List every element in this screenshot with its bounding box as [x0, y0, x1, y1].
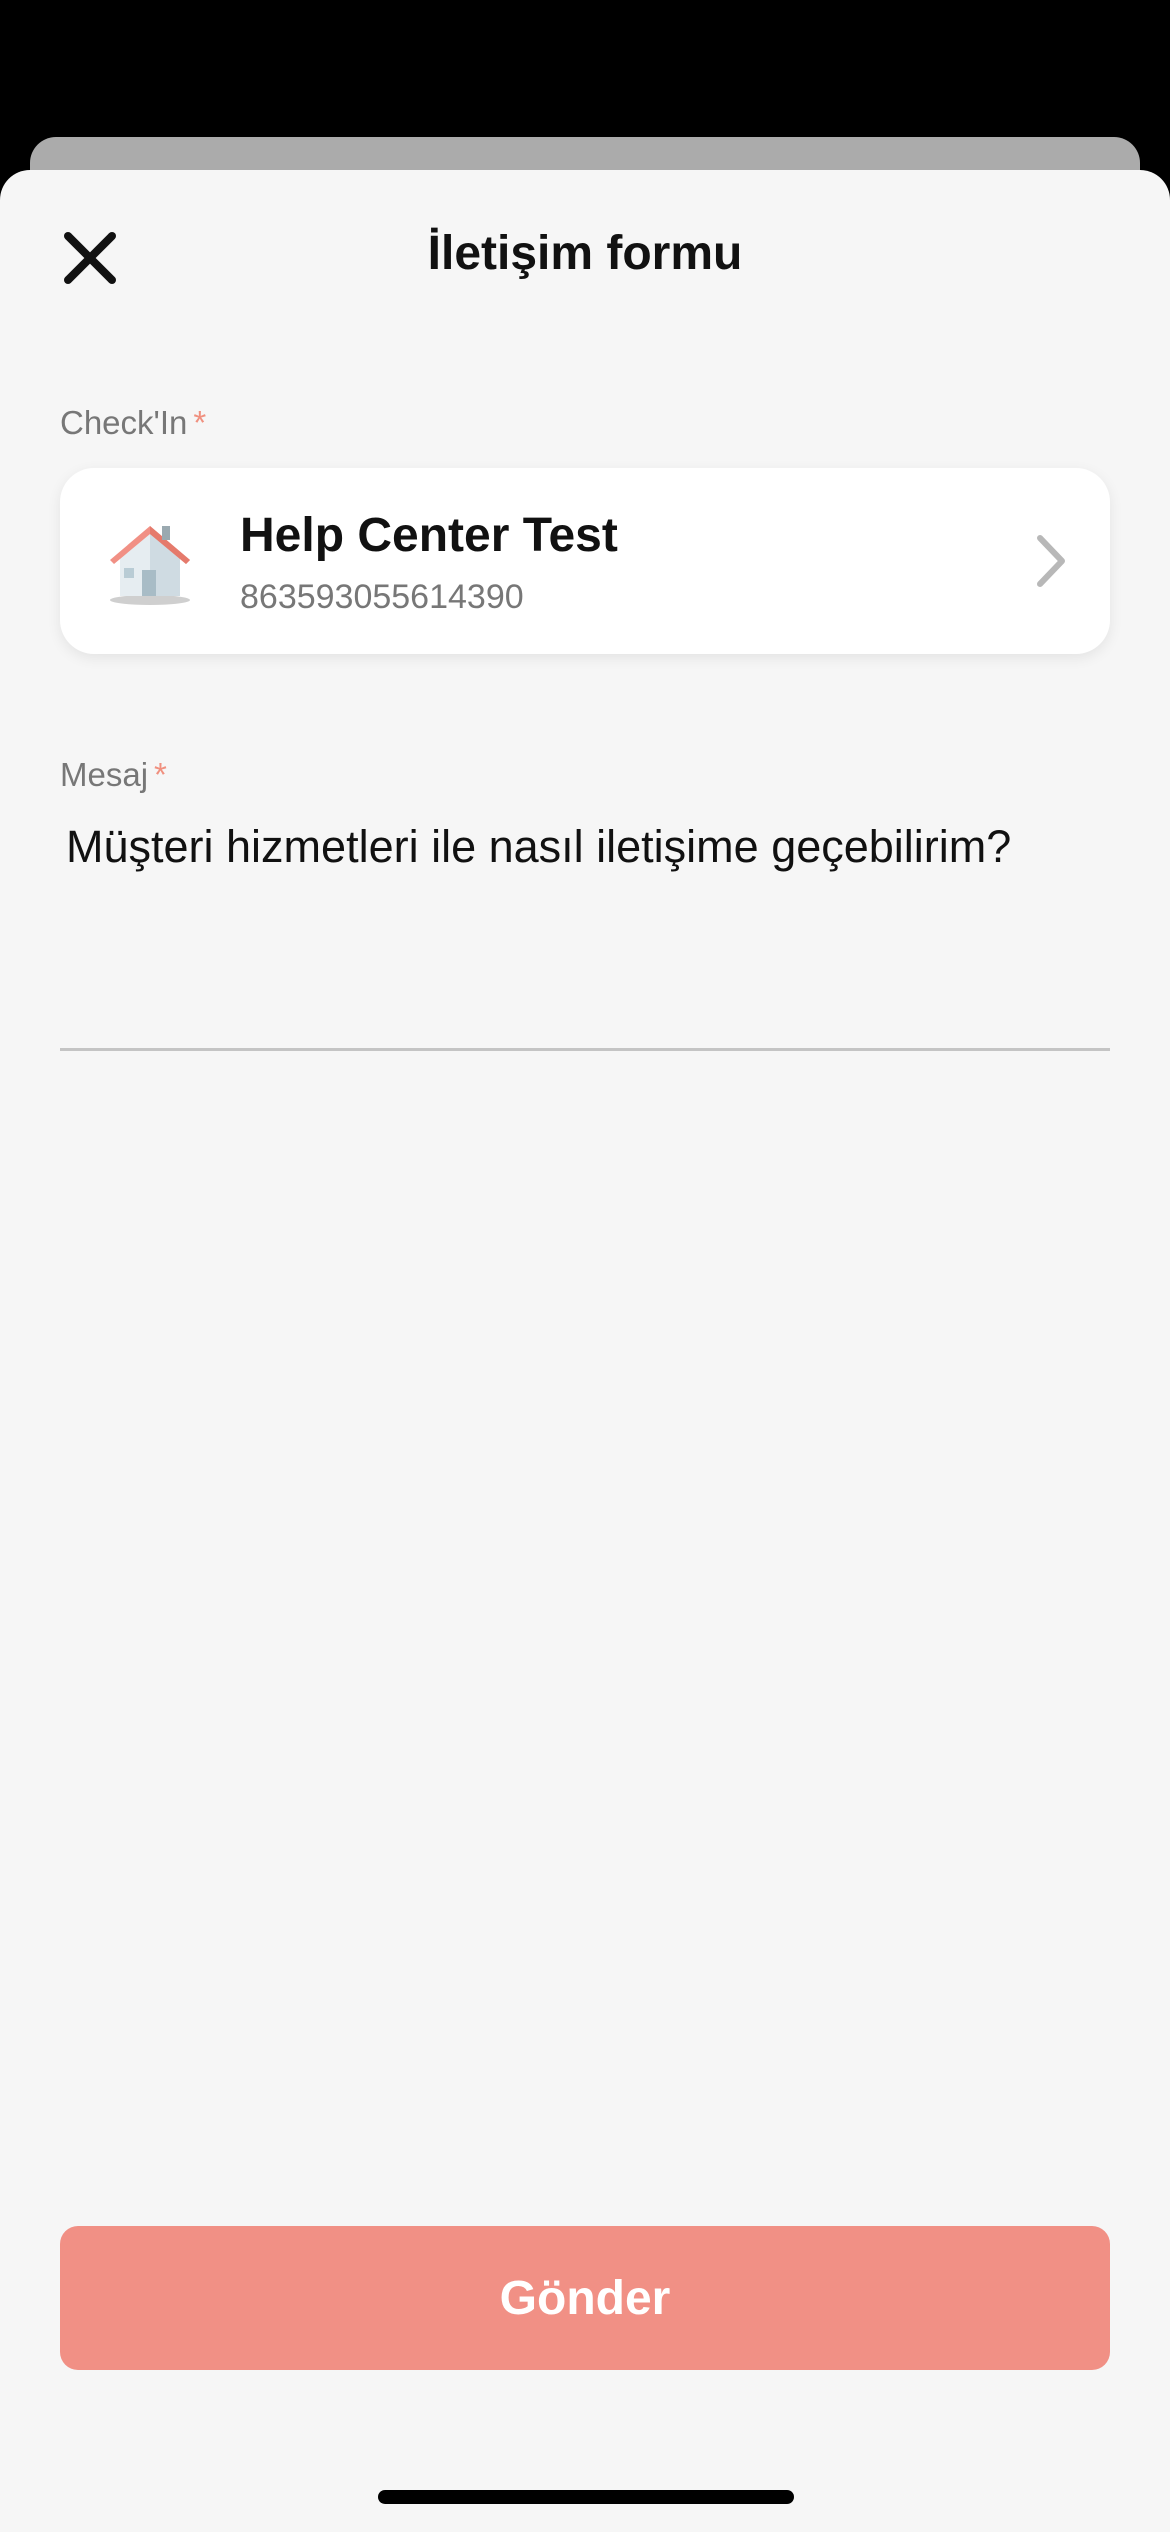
- house-icon: [110, 526, 190, 605]
- page-title: İletişim formu: [427, 227, 743, 280]
- chevron-right-icon: [1037, 535, 1065, 587]
- message-label: Mesaj *: [60, 755, 167, 795]
- required-mark: *: [154, 756, 167, 793]
- message-label-text: Mesaj: [60, 756, 149, 793]
- checkin-property-name: Help Center Test: [240, 509, 618, 562]
- checkin-label: Check'In *: [60, 403, 206, 443]
- message-input-value: Müşteri hizmetleri ile nasıl iletişime g…: [66, 821, 1012, 872]
- message-input[interactable]: Müşteri hizmetleri ile nasıl iletişime g…: [60, 812, 1110, 1051]
- home-indicator: [378, 2490, 794, 2504]
- submit-button[interactable]: Gönder: [60, 2226, 1110, 2370]
- required-mark: *: [193, 404, 207, 441]
- checkin-property-id: 863593055614390: [240, 578, 524, 616]
- submit-button-label: Gönder: [499, 2271, 671, 2325]
- checkin-selector[interactable]: Help Center Test 863593055614390: [60, 468, 1110, 654]
- status-bar-area: [0, 0, 1170, 140]
- checkin-label-text: Check'In: [60, 404, 188, 441]
